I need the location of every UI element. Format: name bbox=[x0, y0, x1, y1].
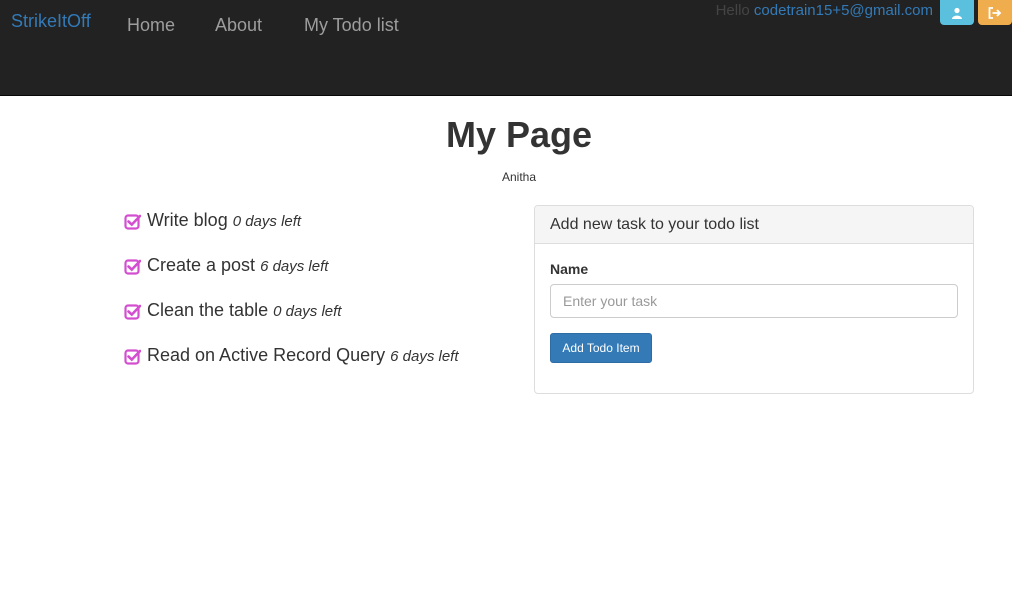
checked-box-icon[interactable] bbox=[124, 303, 141, 320]
user-email-link[interactable]: codetrain15+5@gmail.com bbox=[754, 2, 933, 19]
todo-item: Write blog 0 days left bbox=[124, 210, 459, 255]
todo-item: Clean the table 0 days left bbox=[124, 300, 459, 345]
nav-home-link[interactable]: Home bbox=[127, 15, 175, 36]
logout-icon bbox=[988, 6, 1002, 19]
todo-name: Write blog bbox=[147, 210, 228, 230]
checked-box-icon[interactable] bbox=[124, 258, 141, 275]
brand-link[interactable]: StrikeItOff bbox=[11, 11, 91, 32]
todo-days-left: 0 days left bbox=[232, 213, 302, 230]
top-navbar: StrikeItOff Home About My Todo list Hell… bbox=[0, 0, 1012, 96]
checked-box-icon[interactable] bbox=[124, 348, 141, 365]
todo-days-left: 0 days left bbox=[273, 303, 342, 320]
todo-name: Create a post bbox=[147, 255, 256, 275]
todo-item: Create a post 6 days left bbox=[124, 255, 459, 300]
name-label: Name bbox=[550, 261, 589, 277]
task-name-input[interactable] bbox=[550, 284, 958, 318]
nav-about-link[interactable]: About bbox=[215, 15, 262, 36]
nav-todo-list-link[interactable]: My Todo list bbox=[304, 15, 399, 36]
panel-heading: Add new task to your todo list bbox=[535, 206, 973, 244]
greeting-label: Hello bbox=[715, 2, 750, 19]
page-title: My Page bbox=[445, 114, 593, 155]
logout-button[interactable] bbox=[978, 0, 1012, 25]
page-subtitle-username: Anitha bbox=[501, 170, 537, 184]
user-greeting: Hello codetrain15+5@gmail.com bbox=[716, 2, 933, 19]
todo-list: Write blog 0 days left Create a post 6 d… bbox=[124, 210, 459, 390]
todo-days-left: 6 days left bbox=[260, 258, 329, 275]
add-task-panel: Add new task to your todo list Name Add … bbox=[534, 205, 974, 394]
add-todo-item-button[interactable]: Add Todo Item bbox=[550, 333, 652, 363]
checked-box-icon[interactable] bbox=[124, 213, 141, 230]
todo-days-left: 6 days left bbox=[390, 348, 459, 365]
todo-name: Read on Active Record Query bbox=[147, 345, 386, 365]
todo-item: Read on Active Record Query 6 days left bbox=[124, 345, 459, 390]
user-icon bbox=[952, 7, 962, 19]
user-profile-button[interactable] bbox=[940, 0, 974, 25]
todo-name: Clean the table bbox=[147, 300, 269, 320]
